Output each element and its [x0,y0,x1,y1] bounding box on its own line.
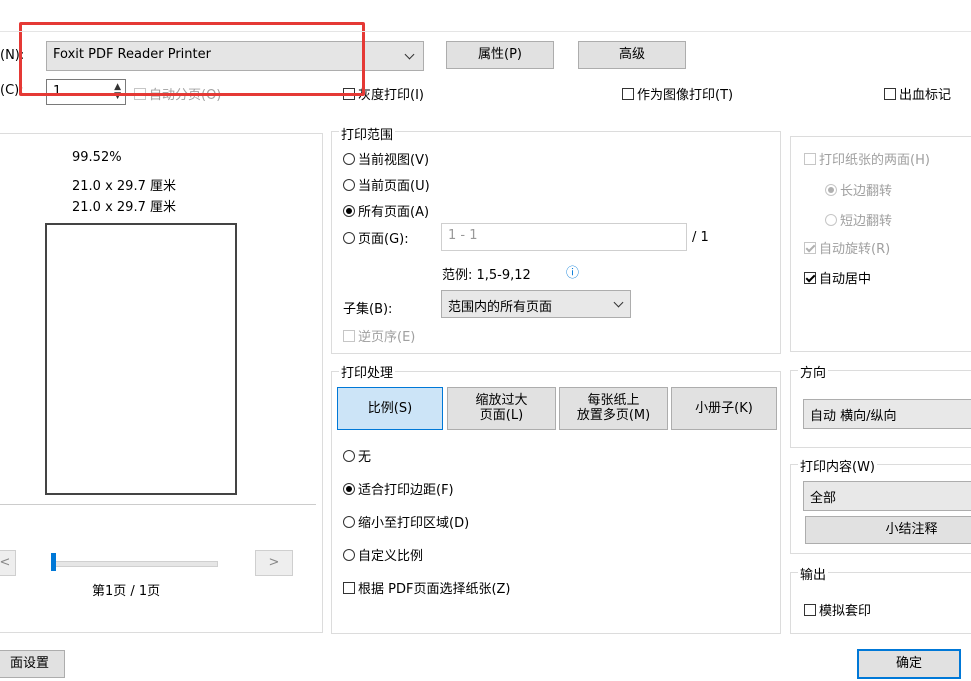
subset-select-value: 范围内的所有页面 [448,300,553,315]
print-content-title: 打印内容(W) [798,456,877,475]
advanced-button[interactable]: 高级 [578,41,686,69]
reverse-pages-checkbox-box [343,330,355,342]
tab-shrink-oversized[interactable]: 缩放过大 页面(L) [447,387,556,430]
orientation-value: 自动 横向/纵向 [810,409,897,424]
radio-long-edge[interactable]: 长边翻转 [825,180,892,199]
radio-current-view[interactable]: 当前视图(V) [343,149,429,168]
radio-current-page-circle [343,179,355,191]
ok-button[interactable]: 确定 [857,649,961,679]
bleed-marks-checkbox[interactable]: 出血标记 [884,84,951,103]
radio-shrink-to-area-circle [343,516,355,528]
radio-scale-none-circle [343,450,355,462]
simulate-overprint-checkbox-box [804,604,816,616]
orientation-title: 方向 [798,362,829,381]
properties-button[interactable]: 属性(P) [446,41,554,69]
print-content-value: 全部 [810,491,837,506]
pages-total: / 1 [692,230,709,245]
radio-current-page[interactable]: 当前页面(U) [343,175,430,194]
preview-page [45,223,237,495]
summarize-comments-button[interactable]: 小结注释 [805,516,971,544]
print-range-title: 打印范围 [339,124,396,143]
radio-scale-none[interactable]: 无 [343,446,371,465]
page-slider-track[interactable] [52,561,218,567]
pages-range-input[interactable]: 1 - 1 [441,223,687,251]
page-slider-thumb[interactable] [51,553,56,571]
auto-rotate-checkbox[interactable]: 自动旋转(R) [804,238,890,257]
subset-select[interactable]: 范围内的所有页面 [441,290,631,318]
subset-label: 子集(B): [343,302,393,317]
orientation-select[interactable]: 自动 横向/纵向 [803,399,971,429]
radio-shrink-to-area[interactable]: 缩小至打印区域(D) [343,512,469,531]
radio-custom-scale-circle [343,549,355,561]
preview-paper-size: 21.0 x 29.7 厘米 [72,179,176,194]
page-status: 第1页 / 1页 [92,584,161,599]
radio-all-pages-circle [343,205,355,217]
radio-custom-scale[interactable]: 自定义比例 [343,545,423,564]
preview-zoom: 99.52% [72,150,122,165]
choose-paper-by-pdf-checkbox-box [343,582,355,594]
auto-rotate-checkbox-box [804,242,816,254]
prev-page-button[interactable]: < [0,550,16,576]
radio-pages[interactable]: 页面(G): [343,228,409,247]
print-handling-title: 打印处理 [339,362,396,381]
print-as-image-checkbox-box [622,88,634,100]
output-title: 输出 [798,564,829,583]
highlight-box [19,22,365,96]
print-content-select[interactable]: 全部 [803,481,971,511]
info-icon[interactable]: ⓘ [566,262,579,281]
radio-short-edge[interactable]: 短边翻转 [825,210,892,229]
print-as-image-checkbox[interactable]: 作为图像打印(T) [622,84,733,103]
top-divider [0,31,971,32]
preview-page-size: 21.0 x 29.7 厘米 [72,200,176,215]
both-sides-checkbox[interactable]: 打印纸张的两面(H) [804,149,930,168]
simulate-overprint-checkbox[interactable]: 模拟套印 [804,600,871,619]
bleed-marks-checkbox-box [884,88,896,100]
radio-pages-circle [343,232,355,244]
preview-divider [0,504,316,505]
radio-all-pages[interactable]: 所有页面(A) [343,201,429,220]
choose-paper-by-pdf-checkbox[interactable]: 根据 PDF页面选择纸张(Z) [343,578,511,597]
auto-center-checkbox-box [804,272,816,284]
radio-long-edge-circle [825,184,837,196]
reverse-pages-checkbox[interactable]: 逆页序(E) [343,326,415,345]
range-example: 范例: 1,5-9,12 [442,268,531,283]
radio-fit-margins[interactable]: 适合打印边距(F) [343,479,454,498]
radio-short-edge-circle [825,214,837,226]
auto-center-checkbox[interactable]: 自动居中 [804,268,871,287]
next-page-button[interactable]: > [255,550,293,576]
tab-multiple-pages[interactable]: 每张纸上 放置多页(M) [559,387,668,430]
radio-fit-margins-circle [343,483,355,495]
chevron-down-icon [404,49,415,60]
page-setup-button[interactable]: 面设置 [0,650,65,678]
chevron-down-icon [613,297,624,308]
both-sides-checkbox-box [804,153,816,165]
tab-scale[interactable]: 比例(S) [337,387,443,430]
radio-current-view-circle [343,153,355,165]
tab-booklet[interactable]: 小册子(K) [671,387,777,430]
